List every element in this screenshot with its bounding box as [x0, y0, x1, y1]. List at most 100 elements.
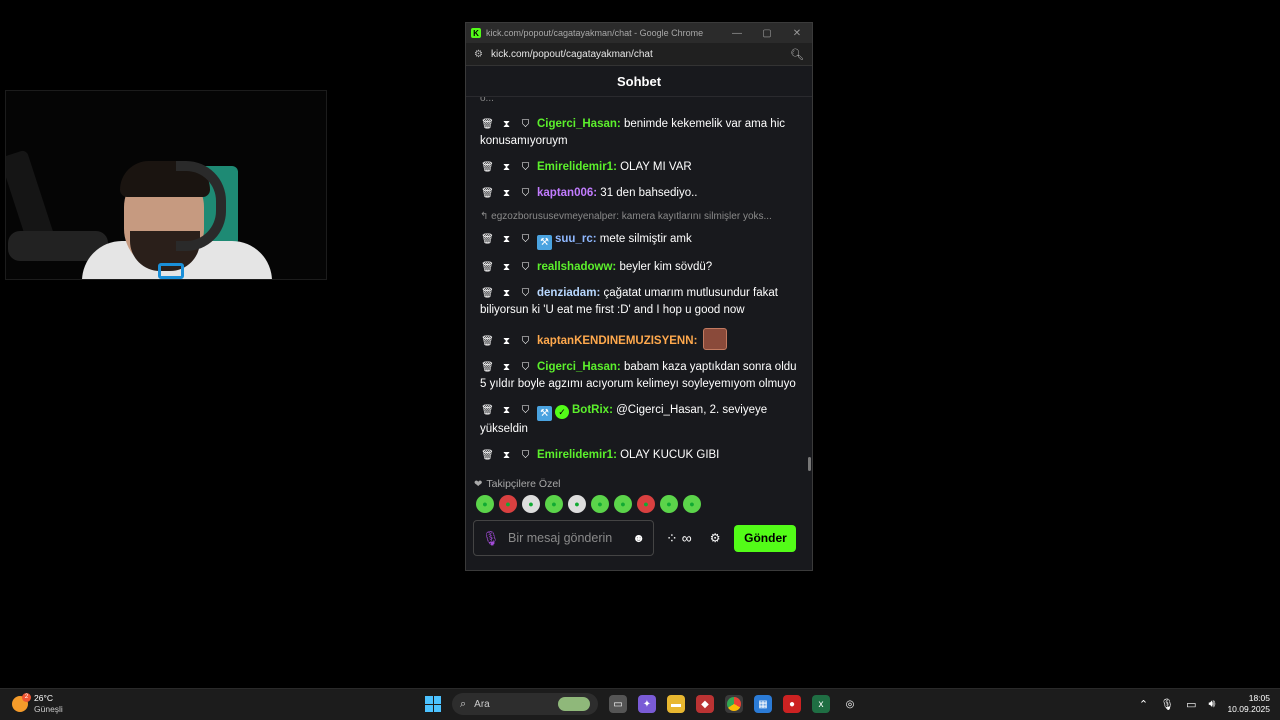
emote-icon[interactable]: ● [637, 495, 655, 513]
volume-icon[interactable]: 🔊︎ [1209, 698, 1216, 711]
chat-message[interactable]: 🗑︎ ⧗ ⛉ ⚒ ✓ BotRix: @Cigerci_Hasan, 2. seviyey… [480, 402, 804, 438]
delete-icon[interactable]: 🗑︎ [480, 259, 495, 276]
points-icon[interactable]: ⁘ [666, 530, 678, 547]
reply-preview[interactable]: ↰ egzozborususevmeyenalper: kamera kayıt… [480, 211, 804, 222]
delete-icon[interactable]: 🗑︎ [480, 402, 495, 419]
shield-icon[interactable]: ⛉ [518, 447, 533, 464]
delete-icon[interactable]: 🗑︎ [480, 285, 495, 302]
shield-icon[interactable]: ⛉ [518, 185, 533, 202]
shield-icon[interactable]: ⛉ [518, 285, 533, 302]
chat-username[interactable]: denziadam [537, 287, 596, 299]
chat-username[interactable]: suu_rc [555, 233, 593, 245]
address-bar[interactable]: ⚙ kick.com/popout/cagatayakman/chat 🔍︎ [466, 43, 812, 66]
chrome-icon[interactable] [725, 695, 743, 713]
emoji-picker-icon[interactable]: ☻ [632, 531, 645, 545]
app-shield-icon[interactable]: ◆ [696, 695, 714, 713]
red-app-icon[interactable]: ● [783, 695, 801, 713]
chat-username[interactable]: kaptan006 [537, 187, 593, 199]
zoom-icon[interactable]: 🔍︎ [790, 48, 804, 61]
chevron-up-icon[interactable]: ⌃ [1139, 698, 1148, 711]
username-colon: : [616, 361, 624, 373]
chat-username[interactable]: Emirelidemir1 [537, 161, 613, 173]
shield-icon[interactable]: ⛉ [518, 359, 533, 376]
excel-icon[interactable]: x [812, 695, 830, 713]
chat-message[interactable]: 🗑︎ ⧗ ⛉ Cigerci_Hasan: babam kaza yaptıkdan … [480, 359, 804, 393]
minimize-button[interactable]: — [722, 28, 752, 39]
delete-icon[interactable]: 🗑︎ [480, 231, 495, 248]
microphone-icon[interactable]: 🎙︎ [482, 530, 500, 547]
timeout-hourglass-icon[interactable]: ⧗ [499, 185, 514, 202]
emote-icon[interactable]: ● [614, 495, 632, 513]
close-button[interactable]: ✕ [782, 28, 812, 39]
chat-username[interactable]: Cigerci_Hasan [537, 361, 617, 373]
message-input[interactable]: 🎙︎ Bir mesaj gönderin ☻ [473, 520, 654, 556]
timeout-hourglass-icon[interactable]: ⧗ [499, 159, 514, 176]
title-bar: K kick.com/popout/cagatayakman/chat - Go… [466, 23, 812, 43]
chat-message[interactable]: 🗑︎ ⧗ ⛉ denziadam: çağatat umarım mutlusundu… [480, 285, 804, 319]
chat-message[interactable]: 🗑︎ ⧗ ⛉ kaptanKENDINEMUZISYENN: [480, 328, 804, 350]
clock[interactable]: 18:05 10.09.2025 [1227, 693, 1270, 715]
shield-icon[interactable]: ⛉ [518, 231, 533, 248]
timeout-hourglass-icon[interactable]: ⧗ [499, 285, 514, 302]
emote-icon[interactable]: ● [683, 495, 701, 513]
message-placeholder[interactable]: Bir mesaj gönderin [508, 531, 632, 545]
chat-message[interactable]: 🗑︎ ⧗ ⛉ reallshadoww: beyler kim sövdü? [480, 259, 804, 276]
delete-icon[interactable]: 🗑︎ [480, 159, 495, 176]
scrollbar-thumb[interactable] [808, 457, 811, 471]
infinity-icon[interactable]: ∞ [682, 530, 692, 546]
emote-icon[interactable]: ● [499, 495, 517, 513]
chat-username[interactable]: kaptanKENDINEMUZISYENN [537, 335, 694, 347]
chat-message[interactable]: 🗑︎ ⧗ ⛉ Cigerci_Hasan: benimde kekemelik var… [480, 116, 804, 150]
emote-icon[interactable]: ● [568, 495, 586, 513]
timeout-hourglass-icon[interactable]: ⧗ [499, 231, 514, 248]
timeout-hourglass-icon[interactable]: ⧗ [499, 447, 514, 464]
shield-icon[interactable]: ⛉ [518, 116, 533, 133]
file-explorer-icon[interactable]: ▬ [667, 695, 685, 713]
emote-icon[interactable]: ● [476, 495, 494, 513]
shield-icon[interactable]: ⛉ [518, 333, 533, 350]
copilot-icon[interactable]: ✦ [638, 695, 656, 713]
timeout-hourglass-icon[interactable]: ⧗ [499, 402, 514, 419]
chat-username[interactable]: Cigerci_Hasan [537, 118, 617, 130]
emote-icon[interactable]: ● [545, 495, 563, 513]
taskbar-search[interactable]: ⌕ Ara [452, 693, 598, 715]
store-icon[interactable]: ▦ [754, 695, 772, 713]
url-text[interactable]: kick.com/popout/cagatayakman/chat [491, 49, 790, 60]
shield-icon[interactable]: ⛉ [518, 259, 533, 276]
timeout-hourglass-icon[interactable]: ⧗ [499, 116, 514, 133]
steam-icon[interactable]: ◎ [841, 695, 859, 713]
shield-icon[interactable]: ⛉ [518, 402, 533, 419]
chat-message[interactable]: 🗑︎ ⧗ ⛉ Emirelidemir1: OLAY MI VAR [480, 159, 804, 176]
emote-icon[interactable]: ● [591, 495, 609, 513]
timeout-hourglass-icon[interactable]: ⧗ [499, 259, 514, 276]
emote-icon[interactable]: ● [522, 495, 540, 513]
settings-gear-icon[interactable]: ⚙ [710, 531, 721, 545]
chat-username[interactable]: reallshadoww [537, 261, 612, 273]
send-button[interactable]: Gönder [734, 524, 797, 552]
microphone-tray-icon[interactable]: 🎙︎ [1160, 698, 1174, 711]
timeout-hourglass-icon[interactable]: ⧗ [499, 359, 514, 376]
site-settings-icon[interactable]: ⚙ [474, 49, 483, 60]
message-text: 31 den bahsediyo.. [600, 187, 698, 199]
chat-username[interactable]: Emirelidemir1 [537, 449, 613, 461]
delete-icon[interactable]: 🗑︎ [480, 333, 495, 350]
delete-icon[interactable]: 🗑︎ [480, 116, 495, 133]
chat-message[interactable]: 🗑︎ ⧗ ⛉ kaptan006: 31 den bahsediyo.. [480, 185, 804, 202]
chat-message[interactable]: 🗑︎ ⧗ ⛉ Emirelidemir1: OLAY KUCUK GIBI [480, 447, 804, 464]
delete-icon[interactable]: 🗑︎ [480, 185, 495, 202]
delete-icon[interactable]: 🗑︎ [480, 447, 495, 464]
timeout-hourglass-icon[interactable]: ⧗ [499, 333, 514, 350]
chat-messages[interactable]: o... 🗑︎ ⧗ ⛉ Cigerci_Hasan: benimde kekemeli… [466, 97, 812, 472]
start-button[interactable] [425, 696, 441, 712]
delete-icon[interactable]: 🗑︎ [480, 359, 495, 376]
emote-icon[interactable]: ● [660, 495, 678, 513]
monitor-icon[interactable]: ▭ [1186, 698, 1196, 711]
maximize-button[interactable]: ▢ [752, 28, 782, 39]
shield-icon[interactable]: ⛉ [518, 159, 533, 176]
verified-badge-icon: ✓ [555, 405, 569, 419]
chat-message[interactable]: 🗑︎ ⧗ ⛉ ⚒ suu_rc: mete silmiştir amk [480, 231, 804, 250]
task-view-icon[interactable]: ▭ [609, 695, 627, 713]
chat-username[interactable]: BotRix [572, 404, 609, 416]
clock-time: 18:05 [1248, 693, 1270, 703]
weather-widget[interactable]: 2 26°C Güneşli [12, 693, 63, 715]
